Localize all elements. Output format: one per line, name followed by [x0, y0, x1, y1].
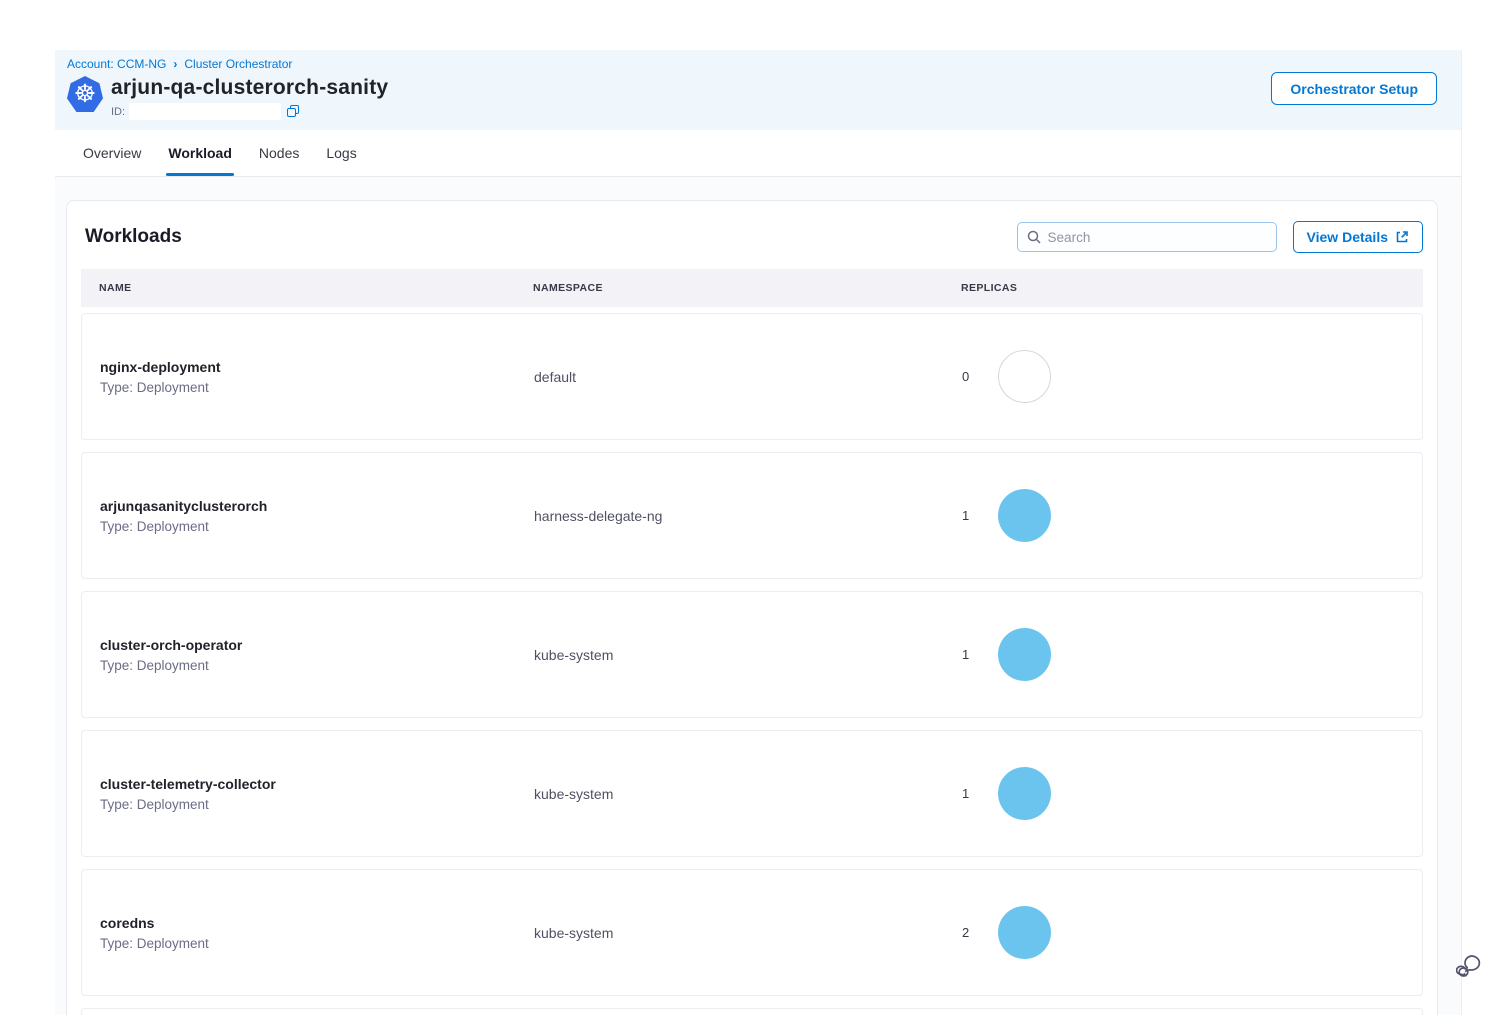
view-details-button[interactable]: View Details	[1293, 221, 1423, 253]
workload-namespace: kube-system	[534, 647, 962, 663]
chat-bubbles-icon	[1456, 951, 1486, 981]
workloads-card-header: Workloads View Details	[81, 221, 1423, 253]
table-row[interactable]: arjunqasanityclusterorch Type: Deploymen…	[81, 452, 1423, 579]
external-link-icon	[1395, 230, 1409, 244]
workload-name: cluster-orch-operator	[100, 637, 534, 653]
workloads-actions: View Details	[1017, 221, 1423, 253]
column-header-replicas: REPLICAS	[961, 282, 1423, 294]
workload-namespace: harness-delegate-ng	[534, 508, 962, 524]
workload-type: Type: Deployment	[100, 797, 534, 812]
app-frame: Account: CCM-NG › Cluster Orchestrator ☸…	[55, 50, 1462, 1015]
workload-namespace: kube-system	[534, 786, 962, 802]
tab-nodes[interactable]: Nodes	[259, 130, 299, 176]
table-row-partial[interactable]	[81, 1008, 1423, 1015]
replica-status-circle	[998, 350, 1051, 403]
table-row[interactable]: coredns Type: Deployment kube-system 2	[81, 869, 1423, 996]
workload-type: Type: Deployment	[100, 936, 534, 951]
tabs: Overview Workload Nodes Logs	[55, 130, 1461, 177]
breadcrumb-account[interactable]: Account: CCM-NG	[67, 57, 166, 71]
cluster-id-row: ID:	[111, 103, 388, 120]
workload-name: nginx-deployment	[100, 359, 534, 375]
workload-namespace: default	[534, 369, 962, 385]
column-header-namespace: NAMESPACE	[533, 282, 961, 294]
tab-workload[interactable]: Workload	[168, 130, 232, 176]
workload-name: cluster-telemetry-collector	[100, 776, 534, 792]
table-row[interactable]: nginx-deployment Type: Deployment defaul…	[81, 313, 1423, 440]
replica-status-circle	[998, 628, 1051, 681]
table-row[interactable]: cluster-telemetry-collector Type: Deploy…	[81, 730, 1423, 857]
replica-count: 1	[962, 647, 972, 662]
search-icon	[1027, 230, 1041, 244]
orchestrator-setup-button[interactable]: Orchestrator Setup	[1271, 72, 1437, 105]
workloads-heading: Workloads	[85, 226, 182, 248]
copy-icon[interactable]	[287, 105, 301, 119]
workload-name: coredns	[100, 915, 534, 931]
replica-count: 2	[962, 925, 972, 940]
table-body: nginx-deployment Type: Deployment defaul…	[81, 313, 1423, 1015]
tab-label: Nodes	[259, 145, 299, 161]
chat-help-button[interactable]	[1456, 951, 1488, 983]
page-header: Account: CCM-NG › Cluster Orchestrator ☸…	[55, 50, 1461, 130]
view-details-label: View Details	[1307, 229, 1388, 245]
tab-overview[interactable]: Overview	[83, 130, 141, 176]
table-row[interactable]: cluster-orch-operator Type: Deployment k…	[81, 591, 1423, 718]
column-header-name: NAME	[99, 282, 533, 294]
replica-status-circle	[998, 767, 1051, 820]
workload-type: Type: Deployment	[100, 519, 534, 534]
workload-type: Type: Deployment	[100, 380, 534, 395]
content-area: Workloads View Details	[55, 177, 1461, 1015]
replica-count: 1	[962, 786, 972, 801]
replica-count: 0	[962, 369, 972, 384]
tab-label: Overview	[83, 145, 141, 161]
search-box[interactable]	[1017, 222, 1277, 252]
tab-label: Workload	[168, 145, 232, 161]
page-title: arjun-qa-clusterorch-sanity	[111, 76, 388, 100]
replica-status-circle	[998, 489, 1051, 542]
replica-status-circle	[998, 906, 1051, 959]
breadcrumb-section[interactable]: Cluster Orchestrator	[184, 57, 292, 71]
workload-name: arjunqasanityclusterorch	[100, 498, 534, 514]
kubernetes-icon: ☸	[67, 76, 103, 112]
tab-logs[interactable]: Logs	[326, 130, 356, 176]
breadcrumb-chevron-icon: ›	[173, 57, 177, 71]
workload-namespace: kube-system	[534, 925, 962, 941]
workload-type: Type: Deployment	[100, 658, 534, 673]
cluster-id-label: ID:	[111, 106, 125, 118]
breadcrumb: Account: CCM-NG › Cluster Orchestrator	[67, 57, 1449, 71]
title-row: ☸ arjun-qa-clusterorch-sanity ID:	[67, 76, 1449, 120]
table-header-row: NAME NAMESPACE REPLICAS	[81, 269, 1423, 307]
cluster-id-redacted	[129, 103, 281, 120]
workloads-card: Workloads View Details	[66, 200, 1438, 1015]
tab-label: Logs	[326, 145, 356, 161]
search-input[interactable]	[1048, 230, 1267, 245]
replica-count: 1	[962, 508, 972, 523]
